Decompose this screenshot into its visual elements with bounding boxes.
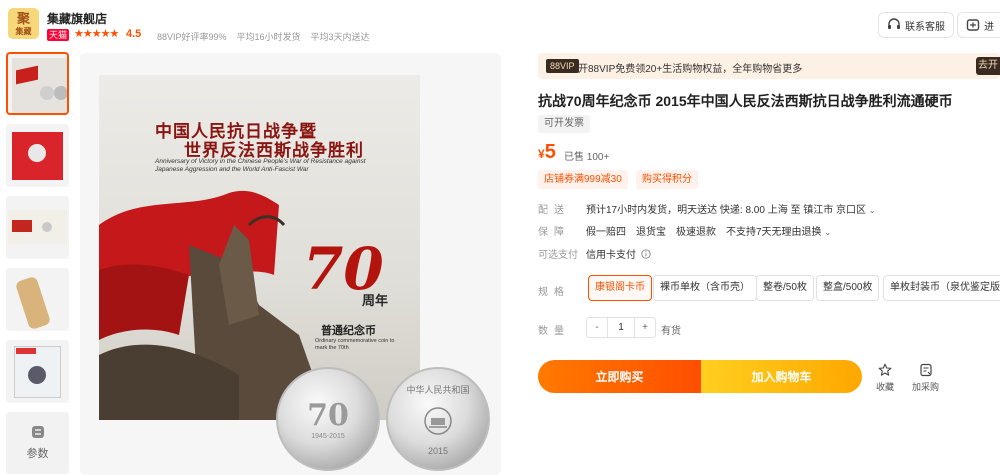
thumbnail-2[interactable] bbox=[6, 124, 69, 187]
customer-service-label: 联系客服 bbox=[905, 21, 945, 33]
logo-text: 集藏 bbox=[15, 25, 32, 36]
enter-store-label: 进 bbox=[984, 21, 994, 33]
buy-now-button[interactable]: 立即购买 bbox=[538, 360, 701, 393]
parameters-button[interactable]: 参数 bbox=[6, 412, 69, 474]
sold-count: 已售 100+ bbox=[564, 152, 610, 163]
coin-years: 1945-2015 bbox=[311, 433, 345, 440]
price: ¥5 bbox=[538, 141, 556, 164]
logo-mark: 聚 bbox=[16, 11, 30, 27]
delivery-text: 预计17小时内发货，明天送达 快递: 8.00 上海 至 镇江市 京口区 bbox=[586, 205, 867, 216]
delivery-label: 配送 bbox=[538, 205, 570, 216]
folder-coin-name: 普通纪念币 bbox=[321, 325, 376, 337]
product-title: 抗战70周年纪念币 2015年中国人民反法西斯抗日战争胜利流通硬币 bbox=[538, 93, 953, 109]
favorite-button[interactable]: 收藏 bbox=[876, 363, 894, 393]
quantity-stepper: - 1 + bbox=[586, 317, 656, 338]
coin-reverse: 中华人民共和国 2015 bbox=[386, 367, 490, 471]
price-currency: ¥ bbox=[538, 147, 545, 161]
rating-stars: ★★★★★ bbox=[74, 28, 119, 40]
stock-status: 有货 bbox=[661, 326, 681, 337]
vip-banner-text: 开88VIP免费领20+生活购物权益，全年购物省更多 bbox=[578, 64, 803, 75]
delivery-info[interactable]: 预计17小时内发货，明天送达 快递: 8.00 上海 至 镇江市 京口区 ⌄ bbox=[586, 201, 876, 216]
coin-year: 2015 bbox=[427, 445, 448, 456]
guarantee-item: 极速退款 bbox=[676, 227, 716, 238]
folder-coin-english: Ordinary commemorative coin to mark the … bbox=[315, 338, 395, 351]
enter-store-button[interactable]: 进 bbox=[957, 12, 1000, 38]
main-product-image[interactable]: 中国人民抗日战争暨 世界反法西斯战争胜利 Anniversary of Vict… bbox=[80, 53, 501, 475]
store-coupon[interactable]: 店铺券满999减30 bbox=[538, 170, 628, 189]
spec-option-5[interactable]: 单枚封装币（泉优鉴定版） bbox=[883, 275, 1000, 301]
guarantee-item: 不支持7天无理由退换 ⌄ bbox=[726, 227, 832, 238]
parameters-label: 参数 bbox=[26, 448, 49, 460]
spec-option-4[interactable]: 整盒/500枚 bbox=[816, 275, 880, 301]
thumbnail-4[interactable] bbox=[6, 268, 69, 331]
purchase-list-icon bbox=[919, 363, 932, 377]
folder-anniversary: 周年 bbox=[362, 293, 389, 308]
quantity-plus-button[interactable]: + bbox=[635, 318, 655, 337]
spec-option-3[interactable]: 整卷/50枚 bbox=[756, 275, 814, 301]
thumbnail-3[interactable] bbox=[6, 196, 69, 259]
chevron-down-icon: ⌄ bbox=[824, 228, 832, 237]
payment-label: 可选支付 bbox=[538, 250, 578, 261]
vip-badge: 88VIP bbox=[546, 59, 579, 73]
national-emblem bbox=[424, 406, 452, 435]
guarantee-label: 保障 bbox=[538, 227, 570, 238]
price-value: 5 bbox=[544, 141, 556, 163]
metric-ship-time: 平均16小时发货 bbox=[236, 32, 301, 42]
thumbnail-list: 参数 bbox=[6, 52, 72, 474]
coin-folder: 中国人民抗日战争暨 世界反法西斯战争胜利 Anniversary of Vict… bbox=[99, 75, 420, 420]
customer-service-button[interactable]: 联系客服 bbox=[878, 12, 954, 38]
star-icon bbox=[878, 363, 892, 376]
coin-obverse: 70 1945-2015 bbox=[276, 367, 380, 471]
spec-option-2[interactable]: 裸币单枚（含币壳） bbox=[653, 275, 757, 301]
guarantee-item: 退货宝 bbox=[636, 227, 666, 238]
invoice-tag: 可开发票 bbox=[538, 115, 590, 133]
coin-country: 中华人民共和国 bbox=[406, 384, 470, 395]
headset-icon bbox=[888, 18, 900, 29]
quantity-minus-button[interactable]: - bbox=[587, 318, 607, 337]
store-header: 聚 集藏 集藏旗舰店 天猫 ★★★★★ 4.5 88VIP好评率99% 平均16… bbox=[0, 0, 1000, 48]
payment-info[interactable]: 信用卡支付 bbox=[586, 246, 651, 261]
store-icon bbox=[966, 19, 980, 31]
rating-score: 4.5 bbox=[126, 28, 142, 40]
guarantee-item: 假一赔四 bbox=[586, 227, 626, 238]
quantity-input[interactable]: 1 bbox=[607, 318, 635, 337]
metric-good-rate: 88VIP好评率99% bbox=[157, 32, 227, 42]
add-to-list-label: 加采购 bbox=[912, 382, 940, 392]
add-to-list-button[interactable]: 加采购 bbox=[912, 363, 939, 393]
store-name[interactable]: 集藏旗舰店 bbox=[47, 10, 107, 27]
sliders-icon bbox=[31, 426, 44, 438]
payment-text: 信用卡支付 bbox=[586, 250, 636, 261]
store-logo[interactable]: 聚 集藏 bbox=[8, 8, 39, 39]
specs-label: 规格 bbox=[538, 287, 570, 298]
favorite-label: 收藏 bbox=[876, 382, 895, 392]
coin-seventy: 70 bbox=[307, 398, 349, 433]
guarantee-info[interactable]: 假一赔四 退货宝 极速退款 不支持7天无理由退换 ⌄ bbox=[586, 223, 831, 238]
vip-banner[interactable]: 88VIP 开88VIP免费领20+生活购物权益，全年购物省更多 去开 bbox=[538, 53, 1000, 79]
info-icon[interactable] bbox=[641, 248, 651, 259]
store-metrics: 88VIP好评率99% 平均16小时发货 平均3天内送达 bbox=[157, 30, 370, 43]
points-coupon[interactable]: 购买得积分 bbox=[636, 170, 698, 189]
thumbnail-1[interactable] bbox=[6, 52, 69, 115]
chevron-down-icon: ⌄ bbox=[868, 206, 876, 215]
thumbnail-5[interactable] bbox=[6, 340, 69, 403]
vip-open-button[interactable]: 去开 bbox=[976, 57, 1000, 75]
tmall-badge: 天猫 bbox=[47, 29, 70, 41]
spec-option-1[interactable]: 康银阁卡币 bbox=[588, 275, 652, 301]
quantity-label: 数量 bbox=[538, 326, 570, 337]
add-to-cart-button[interactable]: 加入购物车 bbox=[701, 360, 862, 393]
metric-delivery-time: 平均3天内送达 bbox=[310, 32, 370, 42]
